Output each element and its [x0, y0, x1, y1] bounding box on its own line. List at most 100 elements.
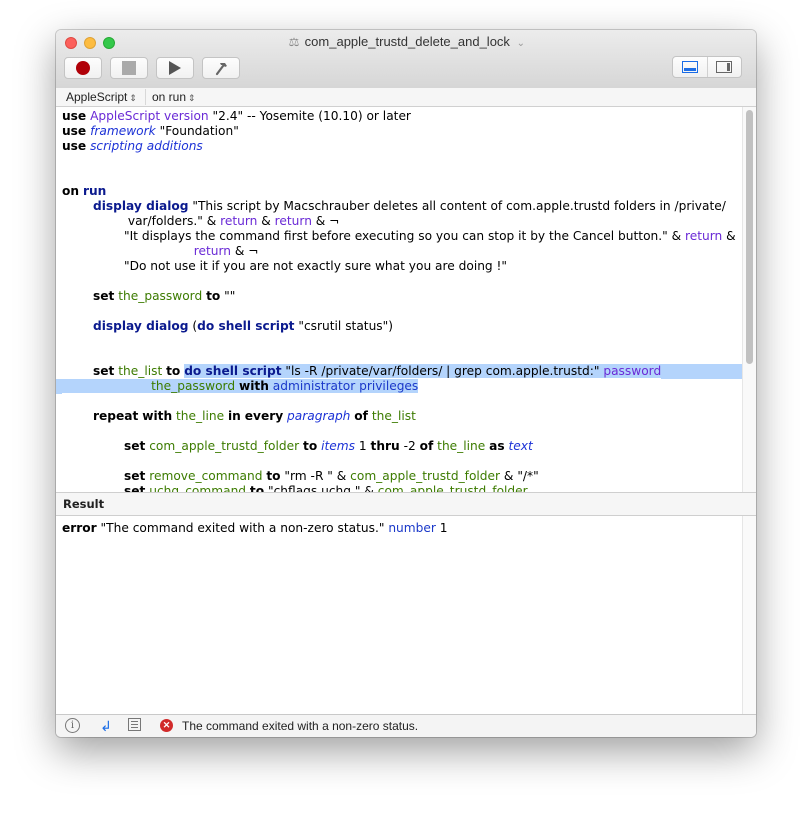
titlebar: ⚖ com_apple_trustd_delete_and_lock ⌄	[56, 30, 756, 89]
result-message: "The command exited with a non-zero stat…	[96, 521, 389, 535]
code-token: on	[62, 184, 80, 198]
play-icon	[169, 61, 181, 75]
code-line[interactable]	[62, 154, 736, 169]
code-token: use	[62, 124, 87, 138]
code-token: remove_command	[149, 469, 263, 483]
code-token: of	[419, 439, 434, 453]
code-token: the_line	[176, 409, 225, 423]
compile-button[interactable]	[202, 57, 240, 79]
record-icon	[76, 61, 90, 75]
code-token: do shell script	[184, 364, 282, 378]
code-line[interactable]	[62, 424, 736, 439]
script-editor[interactable]: use AppleScript version "2.4" -- Yosemit…	[56, 107, 742, 492]
code-token: administrator privileges	[272, 379, 419, 393]
code-line[interactable]: set the_list to do shell script "ls -R /…	[62, 364, 742, 379]
code-line[interactable]: the_password with administrator privileg…	[56, 379, 736, 394]
code-token: com_apple_trustd_folder	[149, 439, 300, 453]
code-line[interactable]: use framework "Foundation"	[62, 124, 736, 139]
result-keyword: error	[62, 521, 97, 535]
stop-button[interactable]	[110, 57, 148, 79]
code-token: com_apple_trustd_folder	[350, 469, 501, 483]
show-side-pane-button[interactable]	[706, 57, 742, 77]
updown-chevron-icon: ⇕	[129, 93, 137, 103]
code-token: "2.4" -- Yosemite (10.10) or later	[208, 109, 411, 123]
code-line[interactable]	[62, 454, 736, 469]
code-token: (	[188, 319, 198, 333]
editor-scroll-thumb[interactable]	[746, 110, 753, 364]
code-token: set	[124, 469, 146, 483]
script-document-icon: ⚖	[288, 35, 300, 49]
language-popup[interactable]: AppleScript ⇕	[62, 89, 141, 105]
window-title[interactable]: ⚖ com_apple_trustd_delete_and_lock ⌄	[56, 34, 756, 49]
code-token: to	[249, 484, 265, 492]
code-token: return	[220, 214, 258, 228]
code-token: return	[684, 229, 723, 243]
code-line[interactable]: set the_password to ""	[62, 289, 736, 304]
log-list-icon[interactable]	[128, 718, 141, 731]
code-token: text	[508, 439, 533, 453]
code-token: AppleScript version	[90, 109, 209, 123]
code-line[interactable]	[62, 349, 736, 364]
run-button[interactable]	[156, 57, 194, 79]
side-pane-icon	[716, 61, 733, 73]
code-token: the_password	[118, 289, 203, 303]
script-code[interactable]: use AppleScript version "2.4" -- Yosemit…	[56, 109, 742, 492]
code-line[interactable]	[62, 274, 736, 289]
updown-chevron-icon: ⇕	[188, 93, 196, 103]
record-button[interactable]	[64, 57, 102, 79]
editor-scrollbar[interactable]	[742, 107, 756, 492]
code-token: thru	[370, 439, 400, 453]
handler-popup-label: on run	[152, 90, 187, 104]
code-token: "ls -R /private/var/folders/ | grep com.…	[281, 364, 604, 378]
code-line[interactable]: "It displays the command first before ex…	[62, 229, 736, 244]
code-token: "It displays the command first before ex…	[62, 229, 685, 243]
code-line[interactable]: var/folders." & return & return & ¬	[62, 214, 736, 229]
result-number-label: number	[388, 521, 436, 535]
code-token: paragraph	[287, 409, 351, 423]
code-token: uchg_command	[149, 484, 247, 492]
code-line[interactable]: set uchg_command to "chflags uchg " & co…	[62, 484, 736, 492]
code-token: var/folders." &	[62, 214, 221, 228]
code-line[interactable]	[62, 394, 736, 409]
code-line[interactable]	[62, 169, 736, 184]
code-token: "rm -R " &	[280, 469, 351, 483]
info-icon[interactable]: i	[65, 718, 80, 733]
result-scrollbar[interactable]	[742, 516, 756, 714]
code-token: the_line	[437, 439, 486, 453]
code-token: the_list	[371, 409, 416, 423]
code-token: & ¬	[230, 244, 259, 258]
show-bottom-pane-button[interactable]	[673, 57, 707, 77]
code-line[interactable]: on run	[62, 184, 736, 199]
code-line[interactable]	[62, 304, 736, 319]
status-bar: i ↲ ✕ The command exited with a non-zero…	[56, 714, 756, 737]
code-line[interactable]: return & ¬	[62, 244, 736, 259]
code-line[interactable]: display dialog (do shell script "csrutil…	[62, 319, 736, 334]
return-arrow-icon[interactable]: ↲	[98, 718, 114, 734]
language-popup-label: AppleScript	[66, 90, 128, 104]
error-icon: ✕	[160, 719, 173, 732]
code-line[interactable]: set remove_command to "rm -R " & com_app…	[62, 469, 736, 484]
stop-icon	[122, 61, 136, 75]
code-line[interactable]: "Do not use it if you are not exactly su…	[62, 259, 736, 274]
window-title-text: com_apple_trustd_delete_and_lock	[304, 34, 510, 49]
code-token: set	[124, 439, 146, 453]
code-token: "Do not use it if you are not exactly su…	[62, 259, 508, 273]
code-line[interactable]: display dialog "This script by Macschrau…	[62, 199, 736, 214]
code-line[interactable]	[62, 334, 736, 349]
code-line[interactable]: use AppleScript version "2.4" -- Yosemit…	[62, 109, 736, 124]
code-line[interactable]: set com_apple_trustd_folder to items 1 t…	[62, 439, 736, 454]
code-token: every	[244, 409, 284, 423]
view-segmented-control	[672, 56, 742, 78]
result-text: error "The command exited with a non-zer…	[62, 521, 448, 535]
code-line[interactable]: repeat with the_line in every paragraph …	[62, 409, 736, 424]
code-token: to	[303, 439, 318, 453]
handler-popup[interactable]: on run ⇕	[145, 89, 200, 105]
code-token: use	[62, 109, 87, 123]
code-line[interactable]: use scripting additions	[62, 139, 736, 154]
code-token: &	[257, 214, 275, 228]
bottom-pane-icon	[681, 61, 698, 73]
